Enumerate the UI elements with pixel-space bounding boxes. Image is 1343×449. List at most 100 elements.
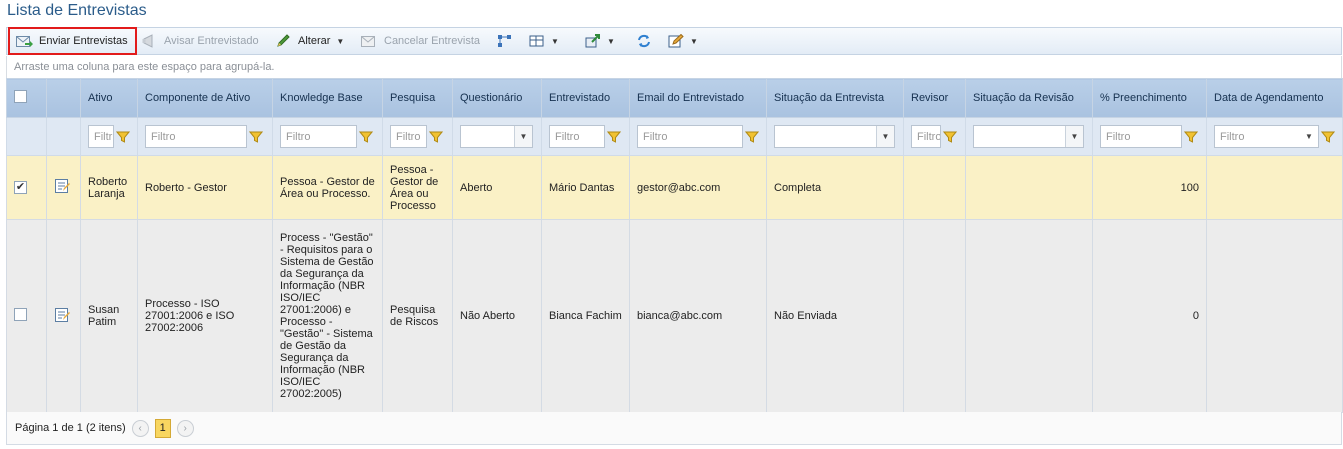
cell-preenchimento: 100 [1092,155,1207,220]
row-select-cell[interactable]: ✔ [6,155,47,220]
filter-kb-input[interactable]: Filtro [280,125,357,148]
hierarchy-button[interactable] [496,28,513,54]
columns-button[interactable]: ▼ [528,28,559,54]
select-all-checkbox[interactable] [14,90,27,103]
funnel-icon[interactable] [359,130,373,144]
filter-empty [46,117,81,156]
cell-revisor [903,155,966,220]
refresh-button[interactable] [635,28,652,54]
interviews-grid: Ativo Componente de Ativo Knowledge Base… [6,78,1343,413]
page-number-current[interactable]: 1 [154,418,171,438]
cell-questionario: Aberto [452,155,542,220]
chevron-down-icon[interactable]: ▼ [876,126,894,147]
chevron-down-icon[interactable]: ▼ [1300,126,1318,147]
row-icon-cell[interactable] [46,155,81,220]
filter-agendamento-input[interactable]: Filtro ▼ [1214,125,1319,148]
funnel-icon[interactable] [607,130,621,144]
cell-knowledge-base: Pessoa - Gestor de Área ou Processo. [272,155,383,220]
cell-entrevistado: Bianca Fachim [541,219,630,413]
filter-entrevistado-input[interactable]: Filtro [549,125,605,148]
edit-layout-button[interactable]: ▼ [667,28,698,54]
funnel-icon[interactable] [429,130,443,144]
filter-pesquisa-input[interactable]: Filtro [390,125,427,148]
filter-entrevistado: Filtro [541,117,630,156]
funnel-icon[interactable] [1321,130,1335,144]
funnel-icon[interactable] [943,130,957,144]
funnel-icon[interactable] [249,130,263,144]
col-header-situacao[interactable]: Situação da Entrevista [766,78,904,118]
export-icon [584,34,601,49]
col-header-ativo[interactable]: Ativo [80,78,138,118]
filter-revisor-input[interactable]: Filtro [911,125,941,148]
col-header-agendamento[interactable]: Data de Agendamento [1206,78,1343,118]
notify-interviewee-button[interactable]: Avisar Entrevistado [141,28,259,54]
chevron-down-icon: ▼ [607,36,615,46]
row-checkbox[interactable]: ✔ [14,181,27,194]
filter-situacao-revisao: ▼ [965,117,1093,156]
col-header-preenchimento[interactable]: % Preenchimento [1092,78,1207,118]
cell-pesquisa: Pesquisa de Riscos [382,219,453,413]
table-row[interactable]: Susan Patim Processo - ISO 27001:2006 e … [6,219,1343,413]
chevron-down-icon: ▼ [551,36,559,46]
cancel-interview-button[interactable]: Cancelar Entrevista [361,28,480,54]
next-page-button[interactable]: › [176,419,194,437]
cell-agendamento [1206,219,1343,413]
col-header-entrevistado[interactable]: Entrevistado [541,78,630,118]
page-title: Lista de Entrevistas [7,2,147,19]
interview-form-icon[interactable] [54,178,70,194]
edit-menu-label: Alterar [298,35,331,47]
filter-ativo: Filtr [80,117,138,156]
cell-email: gestor@abc.com [629,155,767,220]
export-button[interactable]: ▼ [584,28,615,54]
filter-revisor: Filtro [903,117,966,156]
send-interviews-button[interactable]: Enviar Entrevistas [16,28,128,54]
col-header-revisor[interactable]: Revisor [903,78,966,118]
col-header-questionario[interactable]: Questionário [452,78,542,118]
filter-pesquisa: Filtro [382,117,453,156]
funnel-icon[interactable] [116,130,130,144]
hierarchy-icon [496,34,513,49]
cancel-mail-icon [361,34,378,49]
cell-questionario: Não Aberto [452,219,542,413]
header-icon-col [46,78,81,118]
filter-questionario-select[interactable]: ▼ [460,125,533,148]
filter-componente-input[interactable]: Filtro [145,125,247,148]
cell-componente: Roberto - Gestor [137,155,273,220]
row-checkbox[interactable] [14,308,27,321]
filter-preenchimento-input[interactable]: Filtro [1100,125,1182,148]
row-icon-cell[interactable] [46,219,81,413]
filter-kb: Filtro [272,117,383,156]
col-header-componente[interactable]: Componente de Ativo [137,78,273,118]
megaphone-icon [141,34,158,49]
cell-componente: Processo - ISO 27001:2006 e ISO 27002:20… [137,219,273,413]
filter-situacao-select[interactable]: ▼ [774,125,895,148]
interview-form-icon[interactable] [54,307,70,323]
cell-situacao-revisao [965,219,1093,413]
filter-situacao-revisao-select[interactable]: ▼ [973,125,1084,148]
filter-componente: Filtro [137,117,273,156]
col-header-situacao-revisao[interactable]: Situação da Revisão [965,78,1093,118]
cell-revisor [903,219,966,413]
filter-empty [6,117,47,156]
table-row[interactable]: ✔ Roberto Laranja Roberto - Gestor Pesso… [6,155,1343,220]
cell-situacao: Não Enviada [766,219,904,413]
col-header-pesquisa[interactable]: Pesquisa [382,78,453,118]
chevron-down-icon[interactable]: ▼ [514,126,532,147]
filter-preenchimento: Filtro [1092,117,1207,156]
filter-agendamento-placeholder: Filtro [1220,131,1245,143]
cell-preenchimento: 0 [1092,219,1207,413]
filter-email-input[interactable]: Filtro [637,125,743,148]
chevron-down-icon: ▼ [336,36,345,46]
group-by-panel[interactable]: Arraste uma coluna para este espaço para… [6,56,1342,78]
funnel-icon[interactable] [1184,130,1198,144]
filter-ativo-input[interactable]: Filtr [88,125,114,148]
select-all-cell[interactable] [6,78,47,118]
chevron-down-icon[interactable]: ▼ [1065,126,1083,147]
funnel-icon[interactable] [745,130,759,144]
prev-page-button[interactable]: ‹ [131,419,149,437]
edit-menu-button[interactable]: Alterar ▼ [275,28,344,54]
col-header-email[interactable]: Email do Entrevistado [629,78,767,118]
row-select-cell[interactable] [6,219,47,413]
col-header-knowledge-base[interactable]: Knowledge Base [272,78,383,118]
cell-ativo: Roberto Laranja [80,155,138,220]
